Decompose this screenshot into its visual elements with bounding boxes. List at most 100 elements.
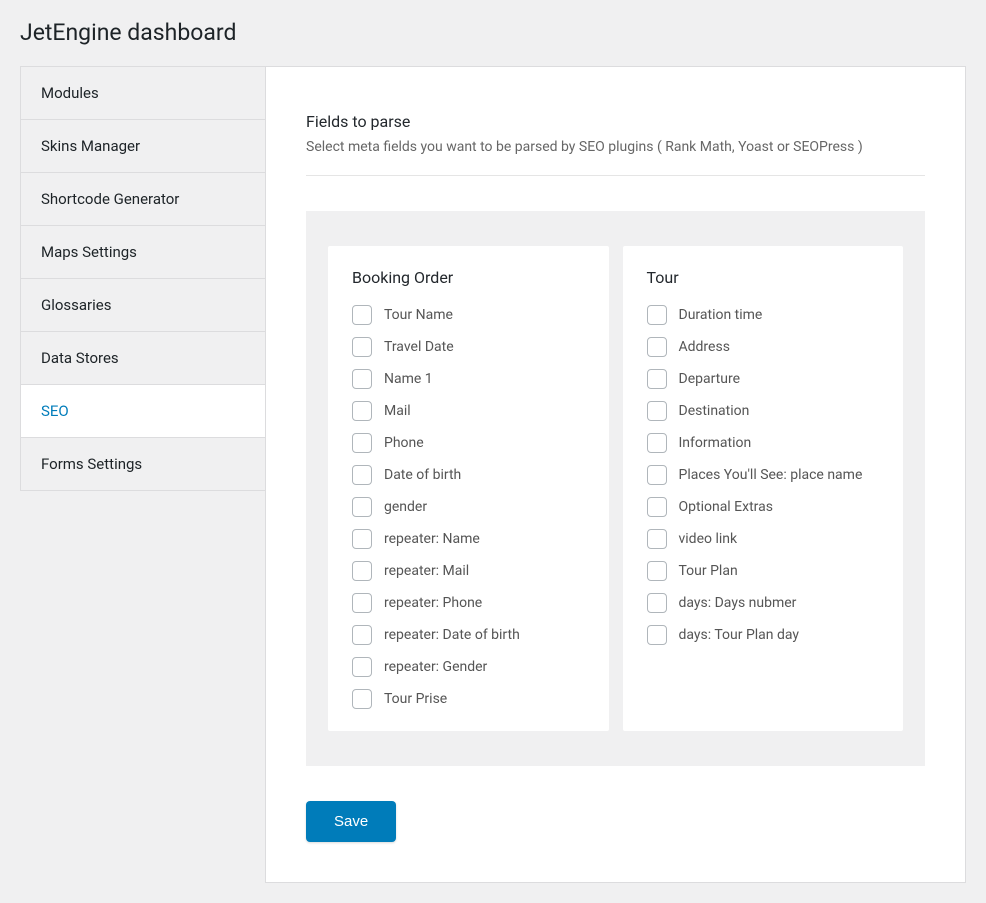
checkbox-row: repeater: Phone [352,593,585,613]
field-group: Booking Order Tour Name Travel Date Name 1 M… [328,246,609,731]
field-checkbox[interactable] [647,465,667,485]
field-label[interactable]: repeater: Mail [384,563,469,579]
field-label[interactable]: repeater: Date of birth [384,627,520,643]
sidebar-item-label: Shortcode Generator [41,190,179,208]
sidebar: Modules Skins Manager Shortcode Generator M… [20,66,266,883]
field-label[interactable]: Name 1 [384,371,433,387]
checkbox-row: repeater: Mail [352,561,585,581]
field-checkbox[interactable] [352,401,372,421]
checkbox-row: Tour Prise [352,689,585,709]
field-checkbox[interactable] [352,689,372,709]
save-button[interactable]: Save [306,801,396,842]
checkbox-row: days: Days nubmer [647,593,880,613]
field-checkbox[interactable] [647,433,667,453]
sidebar-item-label: Skins Manager [41,137,140,155]
field-checkbox[interactable] [647,625,667,645]
field-label[interactable]: Tour Plan [679,563,738,579]
field-label[interactable]: Optional Extras [679,499,773,515]
field-label[interactable]: Tour Prise [384,691,447,707]
checkbox-row: Tour Name [352,305,585,325]
field-label[interactable]: Date of birth [384,467,461,483]
checkbox-row: Date of birth [352,465,585,485]
field-label[interactable]: repeater: Name [384,531,480,547]
checkbox-row: repeater: Name [352,529,585,549]
field-checkbox[interactable] [647,337,667,357]
field-label[interactable]: Tour Name [384,307,453,323]
checkbox-row: gender [352,497,585,517]
field-label[interactable]: Destination [679,403,750,419]
sidebar-item-label: Glossaries [41,296,112,314]
field-checkbox[interactable] [647,305,667,325]
checkbox-row: Name 1 [352,369,585,389]
field-label[interactable]: gender [384,499,427,515]
field-checkbox[interactable] [352,497,372,517]
field-checkbox[interactable] [647,497,667,517]
field-checkbox[interactable] [352,593,372,613]
section-description: Select meta fields you want to be parsed… [306,139,925,155]
checkbox-row: Duration time [647,305,880,325]
field-label[interactable]: Phone [384,435,424,451]
field-label[interactable]: Places You'll See: place name [679,467,863,483]
checkbox-row: video link [647,529,880,549]
field-label[interactable]: repeater: Phone [384,595,482,611]
field-group: Tour Duration time Address Departure Destina… [623,246,904,731]
main-panel: Fields to parse Select meta fields you w… [265,66,966,883]
field-checkbox[interactable] [352,657,372,677]
field-label[interactable]: Information [679,435,752,451]
field-label[interactable]: Address [679,339,730,355]
group-title: Booking Order [352,268,585,287]
checkbox-row: Phone [352,433,585,453]
checkbox-row: Departure [647,369,880,389]
checkbox-row: days: Tour Plan day [647,625,880,645]
sidebar-item-data-stores[interactable]: Data Stores [20,332,266,385]
divider [306,175,925,176]
sidebar-item-skins-manager[interactable]: Skins Manager [20,120,266,173]
sidebar-item-shortcode-generator[interactable]: Shortcode Generator [20,173,266,226]
checkbox-row: Optional Extras [647,497,880,517]
field-checkbox[interactable] [352,625,372,645]
sidebar-item-label: Forms Settings [41,455,142,473]
fields-panel: Booking Order Tour Name Travel Date Name 1 M… [306,211,925,766]
field-checkbox[interactable] [647,401,667,421]
sidebar-item-forms-settings[interactable]: Forms Settings [20,438,266,491]
checkbox-row: Mail [352,401,585,421]
field-label[interactable]: days: Tour Plan day [679,627,800,643]
sidebar-item-label: SEO [41,402,69,420]
field-label[interactable]: days: Days nubmer [679,595,797,611]
field-checkbox[interactable] [647,529,667,549]
checkbox-row: Destination [647,401,880,421]
field-checkbox[interactable] [352,433,372,453]
sidebar-item-maps-settings[interactable]: Maps Settings [20,226,266,279]
sidebar-item-label: Modules [41,84,99,102]
field-checkbox[interactable] [352,465,372,485]
field-checkbox[interactable] [352,337,372,357]
field-checkbox[interactable] [352,529,372,549]
sidebar-item-modules[interactable]: Modules [20,66,266,120]
checkbox-row: repeater: Gender [352,657,585,677]
field-checkbox[interactable] [352,561,372,581]
field-label[interactable]: Mail [384,403,411,419]
sidebar-item-glossaries[interactable]: Glossaries [20,279,266,332]
checkbox-row: Places You'll See: place name [647,465,880,485]
group-title: Tour [647,268,880,287]
field-label[interactable]: Duration time [679,307,763,323]
field-label[interactable]: Travel Date [384,339,454,355]
field-checkbox[interactable] [352,369,372,389]
sidebar-item-label: Maps Settings [41,243,137,261]
field-label[interactable]: video link [679,531,738,547]
sidebar-item-label: Data Stores [41,349,119,367]
field-checkbox[interactable] [647,593,667,613]
field-checkbox[interactable] [647,561,667,581]
checkbox-row: repeater: Date of birth [352,625,585,645]
page-title: JetEngine dashboard [20,10,966,66]
field-label[interactable]: repeater: Gender [384,659,487,675]
field-checkbox[interactable] [352,305,372,325]
section-title: Fields to parse [306,112,925,131]
checkbox-row: Address [647,337,880,357]
field-checkbox[interactable] [647,369,667,389]
field-label[interactable]: Departure [679,371,741,387]
checkbox-row: Information [647,433,880,453]
checkbox-row: Travel Date [352,337,585,357]
checkbox-row: Tour Plan [647,561,880,581]
sidebar-item-seo[interactable]: SEO [20,385,266,438]
